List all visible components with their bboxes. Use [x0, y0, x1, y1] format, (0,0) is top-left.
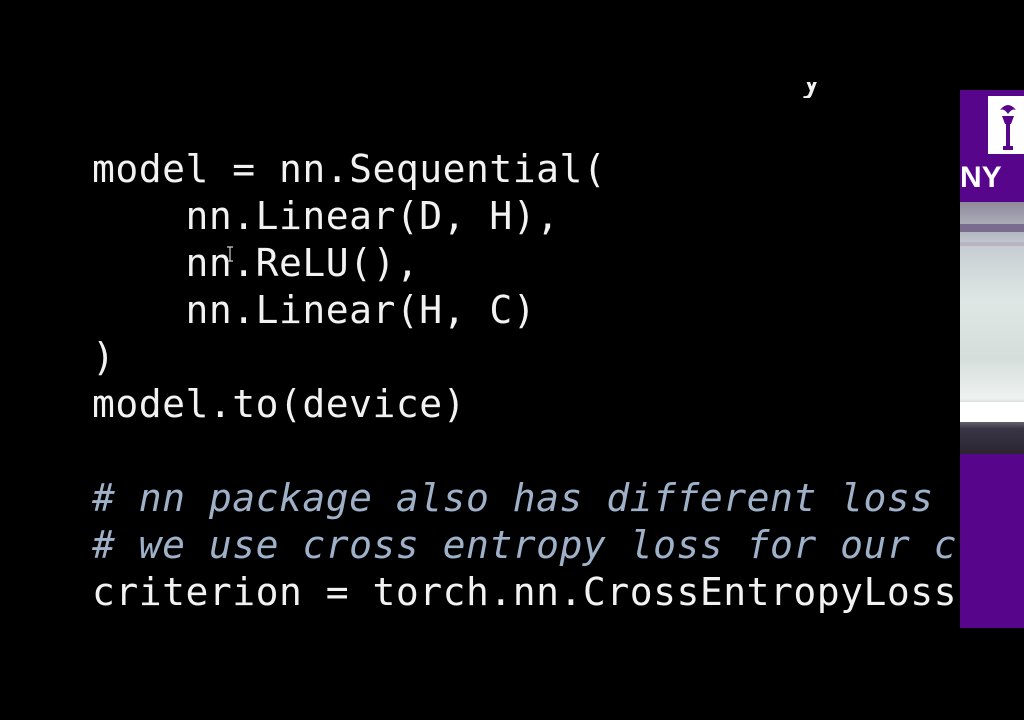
presenter-video	[960, 202, 1024, 454]
torch-icon	[988, 96, 1024, 154]
code-line-criterion: criterion = torch.nn.CrossEntropyLoss	[92, 570, 957, 614]
code-comment-line-2: # we use cross entropy loss for our c	[92, 523, 957, 567]
code-block: model = nn.Sequential( nn.Linear(D, H), …	[92, 146, 960, 626]
code-line-5: )	[92, 335, 116, 379]
partial-code-char: y	[800, 56, 823, 100]
webcam-side-panel: NY	[960, 90, 1024, 628]
code-line-2: nn.Linear(D, H),	[92, 194, 560, 238]
video-detail	[960, 224, 1024, 232]
video-detail	[960, 402, 1024, 422]
code-line-4: nn.Linear(H, C)	[92, 288, 537, 332]
code-line-1: model = nn.Sequential(	[92, 147, 607, 191]
slide-screen: y model = nn.Sequential( nn.Linear(D, H)…	[0, 0, 1024, 720]
code-comment-line-1: # nn package also has different loss	[92, 476, 934, 520]
text-cursor-icon	[227, 246, 233, 262]
video-detail	[960, 242, 1024, 246]
code-line-3: nn.ReLU(),	[92, 241, 420, 285]
code-line-6: model.to(device)	[92, 382, 467, 426]
logo-text: NY	[960, 161, 1002, 194]
university-logo	[988, 96, 1024, 154]
